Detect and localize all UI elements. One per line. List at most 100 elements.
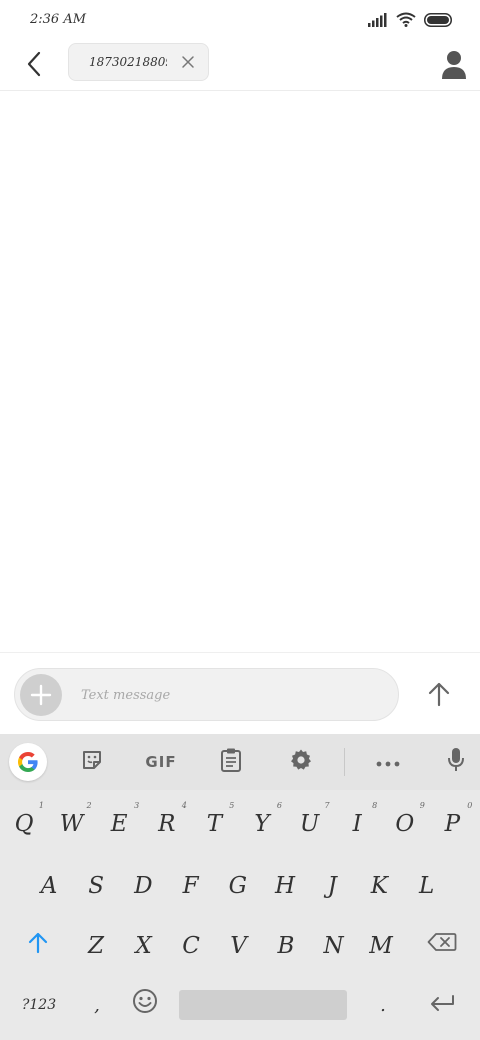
key-hint: 3 (134, 801, 140, 810)
key-p[interactable]: P0 (430, 801, 474, 844)
key-v[interactable]: V (217, 926, 261, 966)
key-label: W (59, 811, 84, 837)
key-n[interactable]: N (312, 926, 356, 966)
recipient-number: 18730218809 (89, 55, 167, 69)
key-c[interactable]: C (169, 926, 213, 966)
key-m[interactable]: M (359, 926, 403, 966)
key-hint: 1 (38, 801, 44, 810)
status-time: 2:36 AM (30, 12, 87, 27)
battery-icon (424, 12, 454, 31)
symbols-key[interactable]: ?123 (16, 988, 62, 1022)
comma-key[interactable]: , (84, 988, 110, 1022)
voice-input-button[interactable] (440, 744, 472, 780)
key-label: Y (254, 811, 270, 837)
comma-label: , (94, 994, 100, 1016)
more-horizontal-icon (376, 753, 400, 772)
arrow-up-icon (422, 682, 456, 717)
key-label: V (230, 933, 247, 959)
toolbar-divider (344, 748, 345, 776)
key-label: M (369, 933, 393, 959)
person-icon (438, 51, 470, 86)
period-key[interactable]: . (370, 988, 396, 1022)
message-list (0, 91, 480, 652)
settings-button[interactable] (285, 744, 317, 780)
key-r[interactable]: R4 (145, 801, 189, 844)
key-hint: 7 (324, 801, 330, 810)
key-o[interactable]: O9 (383, 801, 427, 844)
key-label: X (135, 933, 152, 959)
clipboard-button[interactable] (215, 744, 247, 780)
key-label: Z (88, 933, 104, 959)
contact-button[interactable] (438, 48, 470, 82)
key-hint: 5 (229, 801, 235, 810)
space-key[interactable] (179, 990, 347, 1020)
key-label: R (158, 811, 176, 837)
emoji-icon (132, 988, 158, 1020)
more-button[interactable] (372, 744, 404, 780)
clipboard-icon (220, 747, 242, 777)
gif-button[interactable]: GIF (140, 744, 182, 780)
wifi-icon (396, 12, 416, 31)
key-q[interactable]: Q1 (2, 801, 46, 844)
key-j[interactable]: J (310, 866, 354, 906)
gif-label: GIF (145, 753, 177, 771)
attach-button[interactable] (20, 674, 62, 716)
keyboard-toolbar: GIF (0, 734, 480, 790)
back-button[interactable] (18, 50, 50, 82)
key-hint: 9 (419, 801, 425, 810)
backspace-key[interactable] (422, 926, 462, 964)
key-z[interactable]: Z (74, 926, 118, 966)
keyboard: G I F Q 1 W 2 E 3 R 4 T 5 Y 6 U 7 I 8 O 9 … (0, 734, 480, 1040)
key-b[interactable]: B (264, 926, 308, 966)
emoji-key[interactable] (128, 986, 162, 1022)
key-t[interactable]: T5 (192, 801, 236, 844)
key-l[interactable]: L (405, 866, 449, 906)
google-search-button[interactable] (9, 743, 47, 781)
key-g[interactable]: G (216, 866, 260, 906)
google-icon (16, 750, 40, 778)
shift-arrow-icon (27, 930, 49, 960)
key-k[interactable]: K (357, 866, 401, 906)
close-icon[interactable] (179, 53, 197, 71)
key-label: F (182, 873, 199, 899)
key-label: E (110, 811, 128, 837)
key-hint: 2 (86, 801, 92, 810)
key-label: G (228, 873, 247, 899)
key-u[interactable]: U7 (288, 801, 332, 844)
key-hint: 6 (276, 801, 282, 810)
key-label: N (323, 933, 344, 959)
recipient-chip[interactable]: 18730218809 (68, 43, 209, 81)
chevron-left-icon (26, 51, 42, 81)
key-y[interactable]: Y6 (240, 801, 284, 844)
send-button[interactable] (422, 675, 456, 713)
shift-key[interactable] (20, 926, 56, 964)
key-a[interactable]: A (27, 866, 71, 906)
compose-bar (0, 652, 480, 735)
key-w[interactable]: W2 (50, 801, 94, 844)
key-label: A (40, 873, 58, 899)
message-input[interactable] (81, 685, 381, 705)
key-h[interactable]: H (263, 866, 307, 906)
key-label: L (418, 873, 435, 899)
microphone-icon (447, 747, 465, 777)
key-e[interactable]: E3 (97, 801, 141, 844)
status-icons (368, 10, 454, 32)
key-label: H (274, 873, 296, 899)
key-label: I (352, 811, 362, 837)
compose-field (14, 668, 399, 721)
sticker-button[interactable] (76, 744, 108, 780)
enter-key[interactable] (424, 988, 460, 1022)
key-x[interactable]: X (122, 926, 166, 966)
enter-icon (428, 992, 456, 1018)
conversation-header: 18730218809 (0, 40, 480, 91)
key-f[interactable]: F (169, 866, 213, 906)
key-s[interactable]: S (74, 866, 118, 906)
key-d[interactable]: D (121, 866, 165, 906)
key-label: J (327, 873, 337, 899)
key-i[interactable]: I8 (335, 801, 379, 844)
key-hint: 4 (181, 801, 187, 810)
key-label: B (277, 933, 295, 959)
key-label: U (299, 811, 320, 837)
key-label: S (88, 873, 105, 899)
sticker-icon (80, 748, 104, 776)
